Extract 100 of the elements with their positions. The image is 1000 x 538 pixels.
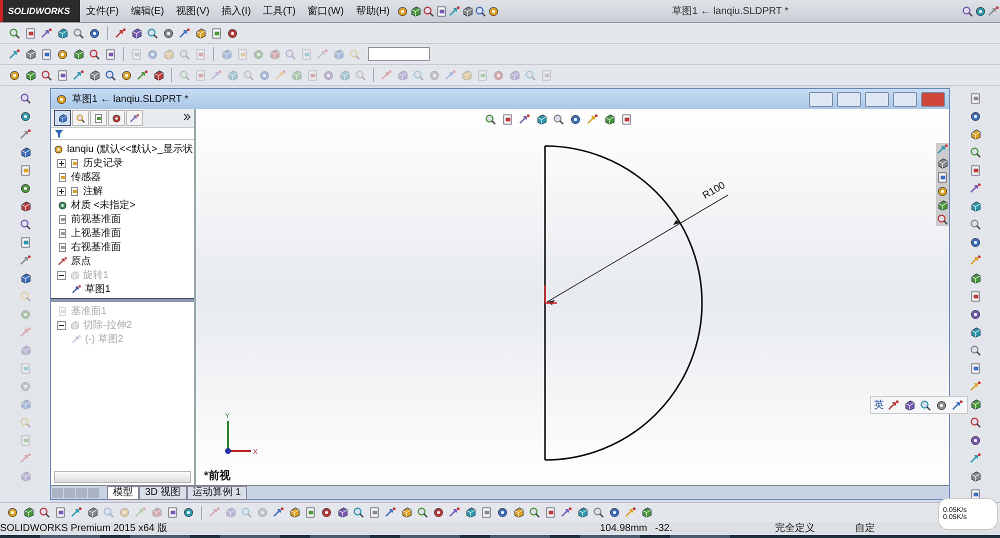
cube-icon[interactable] — [57, 112, 68, 124]
cube-icon[interactable] — [603, 113, 616, 126]
sheet-tab[interactable]: 3D 视图 — [139, 486, 187, 500]
cube-icon[interactable] — [968, 326, 982, 339]
arrow-icon[interactable] — [18, 128, 32, 141]
cube-icon[interactable] — [535, 113, 548, 126]
zoom-icon[interactable] — [528, 506, 541, 519]
cube-icon[interactable] — [336, 506, 349, 519]
tree-item-label[interactable]: 传感器 — [71, 170, 101, 184]
sheet-icon[interactable] — [18, 236, 32, 249]
cube-icon[interactable] — [640, 506, 653, 519]
zoom-icon[interactable] — [88, 48, 101, 60]
cube-icon[interactable] — [194, 26, 207, 40]
gear-icon[interactable] — [56, 48, 69, 60]
sheet-icon[interactable] — [57, 172, 68, 182]
gear-icon[interactable] — [486, 4, 500, 18]
arrow-icon[interactable] — [987, 4, 1000, 18]
zoom-icon[interactable] — [40, 68, 53, 82]
zoom-icon[interactable] — [968, 416, 982, 429]
menu-item[interactable]: 视图(V) — [170, 4, 216, 18]
tree-item-label[interactable]: 上视基准面 — [71, 226, 121, 240]
restore-button[interactable] — [837, 92, 861, 106]
tree-item-label[interactable]: 前视基准面 — [71, 212, 121, 226]
sheet-icon[interactable] — [56, 68, 69, 82]
arrow-icon[interactable] — [518, 113, 531, 126]
cube-icon[interactable] — [936, 157, 949, 170]
gear-icon[interactable] — [57, 200, 68, 210]
sheet-icon[interactable] — [57, 228, 68, 238]
arrow-icon[interactable] — [72, 68, 85, 82]
gear-icon[interactable] — [226, 26, 239, 40]
gear-icon[interactable] — [968, 434, 982, 447]
tree-item-label[interactable]: 注解 — [83, 184, 103, 198]
zoom-icon[interactable] — [592, 506, 605, 519]
cube-icon[interactable] — [18, 200, 32, 213]
units-label[interactable]: 自定 — [855, 522, 895, 535]
zoom-icon[interactable] — [936, 213, 949, 226]
arrow-icon[interactable] — [448, 506, 461, 519]
arrow-icon[interactable] — [272, 506, 285, 519]
zoom-icon[interactable] — [38, 506, 51, 519]
gear-icon[interactable] — [6, 506, 19, 519]
sheet-icon[interactable] — [54, 506, 67, 519]
sheet-icon[interactable] — [93, 112, 104, 124]
sheet-icon[interactable] — [368, 506, 381, 519]
cube-icon[interactable] — [130, 26, 143, 40]
arrow-icon[interactable] — [71, 284, 82, 294]
menu-item[interactable]: 编辑(E) — [124, 4, 170, 18]
gear-icon[interactable] — [968, 236, 982, 249]
zoom-icon[interactable] — [961, 4, 974, 18]
sheet-icon[interactable] — [434, 4, 448, 18]
sheet-tab[interactable]: 模型 — [107, 486, 139, 500]
sheet-icon[interactable] — [40, 48, 53, 60]
gear-icon[interactable] — [53, 144, 64, 154]
gear-icon[interactable] — [18, 182, 32, 195]
gear-icon[interactable] — [396, 4, 409, 18]
gear-icon[interactable] — [974, 4, 987, 18]
collapse-icon[interactable] — [57, 320, 66, 330]
tree-item-label[interactable]: 右视基准面 — [71, 240, 121, 254]
sheet-icon[interactable] — [968, 92, 982, 105]
panel-tab[interactable] — [108, 110, 125, 126]
sheet-icon[interactable] — [57, 242, 68, 252]
arrow-icon[interactable] — [178, 26, 191, 40]
sheet-icon[interactable] — [968, 290, 982, 303]
zoom-icon[interactable] — [484, 113, 497, 126]
cube-icon[interactable] — [408, 4, 422, 18]
menu-item[interactable]: 文件(F) — [80, 4, 125, 18]
arrow-icon[interactable] — [18, 254, 32, 267]
gear-icon[interactable] — [569, 113, 582, 126]
tree-root-label[interactable]: lanqiu (默认<<默认>_显示状 — [67, 142, 193, 156]
arrow-icon[interactable] — [136, 68, 149, 82]
sheet-icon[interactable] — [18, 164, 32, 177]
cube-icon[interactable] — [288, 506, 301, 519]
cube-icon[interactable] — [968, 470, 982, 483]
panel-tab[interactable] — [54, 110, 71, 126]
sheet-icon[interactable] — [480, 506, 493, 519]
gear-icon[interactable] — [18, 110, 32, 123]
zoom-icon[interactable] — [416, 506, 429, 519]
cube-icon[interactable] — [24, 48, 37, 60]
sheet-icon[interactable] — [936, 171, 949, 184]
gear-icon[interactable] — [111, 112, 122, 124]
configuration-dropdown[interactable] — [368, 47, 430, 61]
gear-icon[interactable] — [120, 68, 133, 82]
sheet-icon[interactable] — [304, 506, 317, 519]
sheet-icon[interactable] — [210, 26, 223, 40]
arrow-icon[interactable] — [384, 506, 397, 519]
tree-item-label[interactable]: 原点 — [71, 254, 91, 268]
cube-icon[interactable] — [88, 68, 101, 82]
zoom-icon[interactable] — [75, 112, 86, 124]
cube-icon[interactable] — [24, 68, 37, 82]
zoom-icon[interactable] — [352, 506, 365, 519]
cube-icon[interactable] — [152, 68, 165, 82]
arrow-icon[interactable] — [57, 256, 68, 266]
gear-icon[interactable] — [496, 506, 509, 519]
cube-icon[interactable] — [72, 48, 85, 60]
arrow-icon[interactable] — [968, 182, 982, 195]
gear-icon[interactable] — [432, 506, 445, 519]
zoom-icon[interactable] — [968, 218, 982, 231]
cube-icon[interactable] — [460, 4, 474, 18]
cube-icon[interactable] — [18, 146, 32, 159]
sheet-icon[interactable] — [57, 214, 68, 224]
close-button[interactable] — [921, 92, 945, 106]
